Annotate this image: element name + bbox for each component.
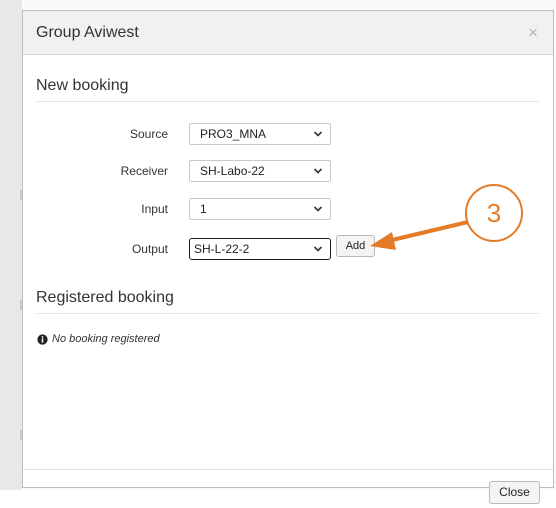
output-label: Output: [131, 242, 168, 256]
chevron-down-icon: [313, 206, 323, 212]
input-label: Input: [141, 202, 168, 216]
output-select[interactable]: SH-L-22-2: [189, 238, 331, 260]
receiver-value: SH-Labo-22: [200, 164, 265, 178]
receiver-label: Receiver: [120, 164, 168, 178]
empty-state-text: No booking registered: [52, 333, 160, 345]
source-value: PRO3_MNA: [200, 127, 267, 141]
group-modal: Group Aviwest × New booking Source PRO3_…: [22, 10, 554, 504]
source-label: Source: [129, 127, 168, 141]
output-value: SH-L-22-2: [194, 242, 250, 256]
step-number-callout: 3: [465, 184, 523, 242]
chevron-down-icon: [313, 131, 323, 137]
modal-header: Group Aviwest ×: [23, 11, 553, 55]
background-sidebar-strip: [0, 0, 22, 490]
chevron-down-icon: [313, 168, 323, 174]
receiver-select[interactable]: SH-Labo-22: [189, 160, 331, 182]
divider: [36, 101, 539, 102]
input-value: 1: [200, 202, 207, 216]
close-button[interactable]: Close: [489, 481, 540, 504]
input-select[interactable]: 1: [189, 198, 331, 220]
new-booking-heading: New booking: [36, 77, 129, 94]
empty-state-message: No booking registered: [37, 333, 160, 345]
footer-divider: [23, 469, 553, 470]
modal-title: Group Aviwest: [36, 24, 139, 41]
close-icon[interactable]: ×: [528, 24, 538, 41]
divider: [36, 313, 539, 314]
source-select[interactable]: PRO3_MNA: [189, 123, 331, 145]
chevron-down-icon: [313, 246, 323, 252]
registered-booking-heading: Registered booking: [36, 289, 174, 306]
info-circle-icon: [37, 333, 48, 345]
add-button[interactable]: Add: [336, 235, 375, 257]
